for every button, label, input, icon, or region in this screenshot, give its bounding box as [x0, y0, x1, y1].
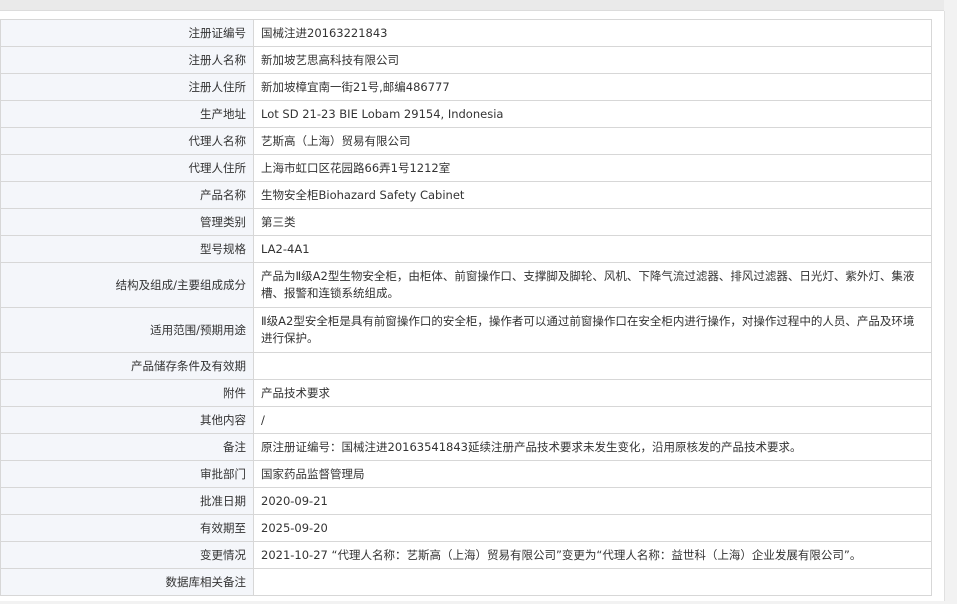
field-value: 新加坡樟宜南一街21号,邮编486777: [253, 73, 932, 101]
top-bar: [0, 0, 944, 11]
field-value: 2025-09-20: [253, 514, 932, 542]
field-label: 备注: [0, 433, 254, 461]
table-row: 变更情况 2021-10-27 “代理人名称：艺斯高（上海）贸易有限公司”变更为…: [0, 541, 932, 569]
table-row: 备注 原注册证编号：国械注进20163541843延续注册产品技术要求未发生变化…: [0, 433, 932, 461]
field-label: 管理类别: [0, 208, 254, 236]
field-value: [253, 352, 932, 380]
field-value: 第三类: [253, 208, 932, 236]
table-row: 数据库相关备注: [0, 568, 932, 596]
table-row: 产品储存条件及有效期: [0, 352, 932, 380]
table-row: 其他内容 /: [0, 406, 932, 434]
field-value: Lot SD 21-23 BIE Lobam 29154, Indonesia: [253, 100, 932, 128]
field-label: 适用范围/预期用途: [0, 307, 254, 353]
field-label: 变更情况: [0, 541, 254, 569]
field-value: 生物安全柜Biohazard Safety Cabinet: [253, 181, 932, 209]
field-value: 2021-10-27 “代理人名称：艺斯高（上海）贸易有限公司”变更为“代理人名…: [253, 541, 932, 569]
table-row: 适用范围/预期用途 Ⅱ级A2型安全柜是具有前窗操作口的安全柜，操作者可以通过前窗…: [0, 307, 932, 353]
field-label: 批准日期: [0, 487, 254, 515]
table-row: 注册证编号 国械注进20163221843: [0, 19, 932, 47]
field-value: 2020-09-21: [253, 487, 932, 515]
table-row: 结构及组成/主要组成成分 产品为Ⅱ级A2型生物安全柜，由柜体、前窗操作口、支撑脚…: [0, 262, 932, 308]
field-value: 艺斯高（上海）贸易有限公司: [253, 127, 932, 155]
table-row: 代理人住所 上海市虹口区花园路66弄1号1212室: [0, 154, 932, 182]
field-label: 结构及组成/主要组成成分: [0, 262, 254, 308]
field-label: 注册人名称: [0, 46, 254, 74]
table-row: 附件 产品技术要求: [0, 379, 932, 407]
field-label: 数据库相关备注: [0, 568, 254, 596]
field-label: 产品储存条件及有效期: [0, 352, 254, 380]
field-value: 国家药品监督管理局: [253, 460, 932, 488]
field-value: 产品技术要求: [253, 379, 932, 407]
field-value: 上海市虹口区花园路66弄1号1212室: [253, 154, 932, 182]
field-value: 国械注进20163221843: [253, 19, 932, 47]
field-label: 审批部门: [0, 460, 254, 488]
field-label: 注册证编号: [0, 19, 254, 47]
field-value: 原注册证编号：国械注进20163541843延续注册产品技术要求未发生变化，沿用…: [253, 433, 932, 461]
table-row: 产品名称 生物安全柜Biohazard Safety Cabinet: [0, 181, 932, 209]
field-value: [253, 568, 932, 596]
field-label: 生产地址: [0, 100, 254, 128]
field-label: 注册人住所: [0, 73, 254, 101]
field-label: 有效期至: [0, 514, 254, 542]
table-row: 代理人名称 艺斯高（上海）贸易有限公司: [0, 127, 932, 155]
table-row: 生产地址 Lot SD 21-23 BIE Lobam 29154, Indon…: [0, 100, 932, 128]
field-label: 产品名称: [0, 181, 254, 209]
table-row: 审批部门 国家药品监督管理局: [0, 460, 932, 488]
table-row: 有效期至 2025-09-20: [0, 514, 932, 542]
field-label: 型号规格: [0, 235, 254, 263]
field-label: 附件: [0, 379, 254, 407]
field-value: 新加坡艺思高科技有限公司: [253, 46, 932, 74]
field-value: /: [253, 406, 932, 434]
field-value: Ⅱ级A2型安全柜是具有前窗操作口的安全柜，操作者可以通过前窗操作口在安全柜内进行…: [253, 307, 932, 353]
table-row: 注册人名称 新加坡艺思高科技有限公司: [0, 46, 932, 74]
field-label: 代理人名称: [0, 127, 254, 155]
field-value: LA2-4A1: [253, 235, 932, 263]
table-row: 型号规格 LA2-4A1: [0, 235, 932, 263]
table-row: 管理类别 第三类: [0, 208, 932, 236]
field-value: 产品为Ⅱ级A2型生物安全柜，由柜体、前窗操作口、支撑脚及脚轮、风机、下降气流过滤…: [253, 262, 932, 308]
registration-detail-table: 注册证编号 国械注进20163221843 注册人名称 新加坡艺思高科技有限公司…: [0, 19, 932, 596]
table-row: 注册人住所 新加坡樟宜南一街21号,邮编486777: [0, 73, 932, 101]
detail-panel: 注册证编号 国械注进20163221843 注册人名称 新加坡艺思高科技有限公司…: [0, 11, 945, 601]
field-label: 其他内容: [0, 406, 254, 434]
field-label: 代理人住所: [0, 154, 254, 182]
table-row: 批准日期 2020-09-21: [0, 487, 932, 515]
